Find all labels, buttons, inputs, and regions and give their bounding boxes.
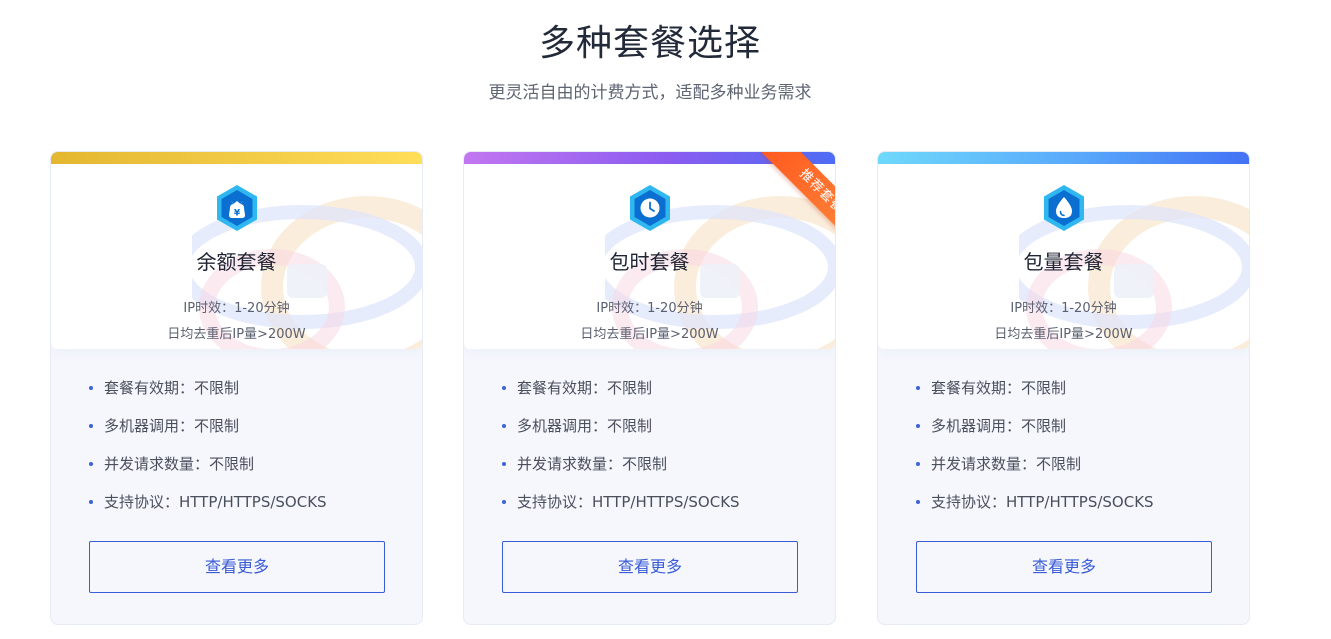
feature-item: 支持协议：HTTP/HTTPS/SOCKS (502, 492, 740, 530)
card-accent-bar (51, 152, 422, 164)
plan-daily-ip-volume: 日均去重后IP量>200W (994, 327, 1133, 342)
water-drop-icon (1042, 184, 1086, 232)
feature-item: 套餐有效期：不限制 (502, 378, 740, 416)
plan-card-balance: ¥ 余额套餐 IP时效：1-20分钟 日均去重后IP量>200W 套餐有效期：不… (50, 151, 423, 625)
feature-text: 套餐有效期：不限制 (517, 379, 653, 397)
feature-item: 并发请求数量：不限制 (89, 454, 327, 492)
feature-text: 支持协议：HTTP/HTTPS/SOCKS (104, 493, 327, 511)
feature-item: 并发请求数量：不限制 (916, 454, 1154, 492)
section-subtitle: 更灵活自由的计费方式，适配多种业务需求 (488, 83, 812, 103)
bullet-icon (916, 500, 920, 504)
feature-item: 多机器调用：不限制 (916, 416, 1154, 454)
plan-card-volume: 包量套餐 IP时效：1-20分钟 日均去重后IP量>200W 套餐有效期：不限制… (877, 151, 1250, 625)
feature-text: 多机器调用：不限制 (104, 417, 240, 435)
recommended-badge: 推荐套餐 (743, 152, 835, 244)
card-header: ¥ 余额套餐 IP时效：1-20分钟 日均去重后IP量>200W (51, 164, 422, 349)
feature-item: 多机器调用：不限制 (89, 416, 327, 454)
plan-ip-validity: IP时效：1-20分钟 (596, 301, 703, 316)
recommended-badge-label: 推荐套餐 (761, 152, 835, 244)
bullet-icon (89, 386, 93, 390)
bullet-icon (916, 462, 920, 466)
plan-name: 包量套餐 (1023, 250, 1104, 274)
plan-ip-validity: IP时效：1-20分钟 (183, 301, 290, 316)
bullet-icon (916, 424, 920, 428)
bullet-icon (89, 500, 93, 504)
clock-icon (628, 184, 672, 232)
feature-text: 多机器调用：不限制 (931, 417, 1067, 435)
plan-name: 包时套餐 (609, 250, 690, 274)
feature-text: 支持协议：HTTP/HTTPS/SOCKS (517, 493, 740, 511)
feature-item: 多机器调用：不限制 (502, 416, 740, 454)
feature-item: 支持协议：HTTP/HTTPS/SOCKS (89, 492, 327, 530)
bullet-icon (502, 424, 506, 428)
view-more-button[interactable]: 查看更多 (916, 541, 1212, 593)
feature-list: 套餐有效期：不限制 多机器调用：不限制 并发请求数量：不限制 支持协议：HTTP… (89, 378, 327, 530)
feature-item: 支持协议：HTTP/HTTPS/SOCKS (916, 492, 1154, 530)
bullet-icon (502, 500, 506, 504)
bullet-icon (502, 462, 506, 466)
svg-text:¥: ¥ (233, 209, 240, 219)
plan-name: 余额套餐 (196, 250, 277, 274)
feature-text: 套餐有效期：不限制 (931, 379, 1067, 397)
feature-item: 套餐有效期：不限制 (916, 378, 1154, 416)
feature-item: 套餐有效期：不限制 (89, 378, 327, 416)
feature-text: 并发请求数量：不限制 (931, 455, 1082, 473)
feature-text: 并发请求数量：不限制 (104, 455, 255, 473)
feature-text: 多机器调用：不限制 (517, 417, 653, 435)
feature-list: 套餐有效期：不限制 多机器调用：不限制 并发请求数量：不限制 支持协议：HTTP… (916, 378, 1154, 530)
card-accent-bar (878, 152, 1249, 164)
feature-text: 套餐有效期：不限制 (104, 379, 240, 397)
card-header: 包量套餐 IP时效：1-20分钟 日均去重后IP量>200W (878, 164, 1249, 349)
bullet-icon (89, 424, 93, 428)
view-more-button[interactable]: 查看更多 (502, 541, 798, 593)
feature-item: 并发请求数量：不限制 (502, 454, 740, 492)
feature-text: 支持协议：HTTP/HTTPS/SOCKS (931, 493, 1154, 511)
plan-ip-validity: IP时效：1-20分钟 (1010, 301, 1117, 316)
plan-daily-ip-volume: 日均去重后IP量>200W (580, 327, 719, 342)
bullet-icon (89, 462, 93, 466)
section-title: 多种套餐选择 (538, 23, 761, 64)
bullet-icon (916, 386, 920, 390)
plan-daily-ip-volume: 日均去重后IP量>200W (167, 327, 306, 342)
feature-text: 并发请求数量：不限制 (517, 455, 668, 473)
plan-card-time: 包时套餐 IP时效：1-20分钟 日均去重后IP量>200W 推荐套餐 套餐有效… (463, 151, 836, 625)
view-more-button[interactable]: 查看更多 (89, 541, 385, 593)
feature-list: 套餐有效期：不限制 多机器调用：不限制 并发请求数量：不限制 支持协议：HTTP… (502, 378, 740, 530)
yen-money-bag-icon: ¥ (215, 184, 259, 232)
bullet-icon (502, 386, 506, 390)
